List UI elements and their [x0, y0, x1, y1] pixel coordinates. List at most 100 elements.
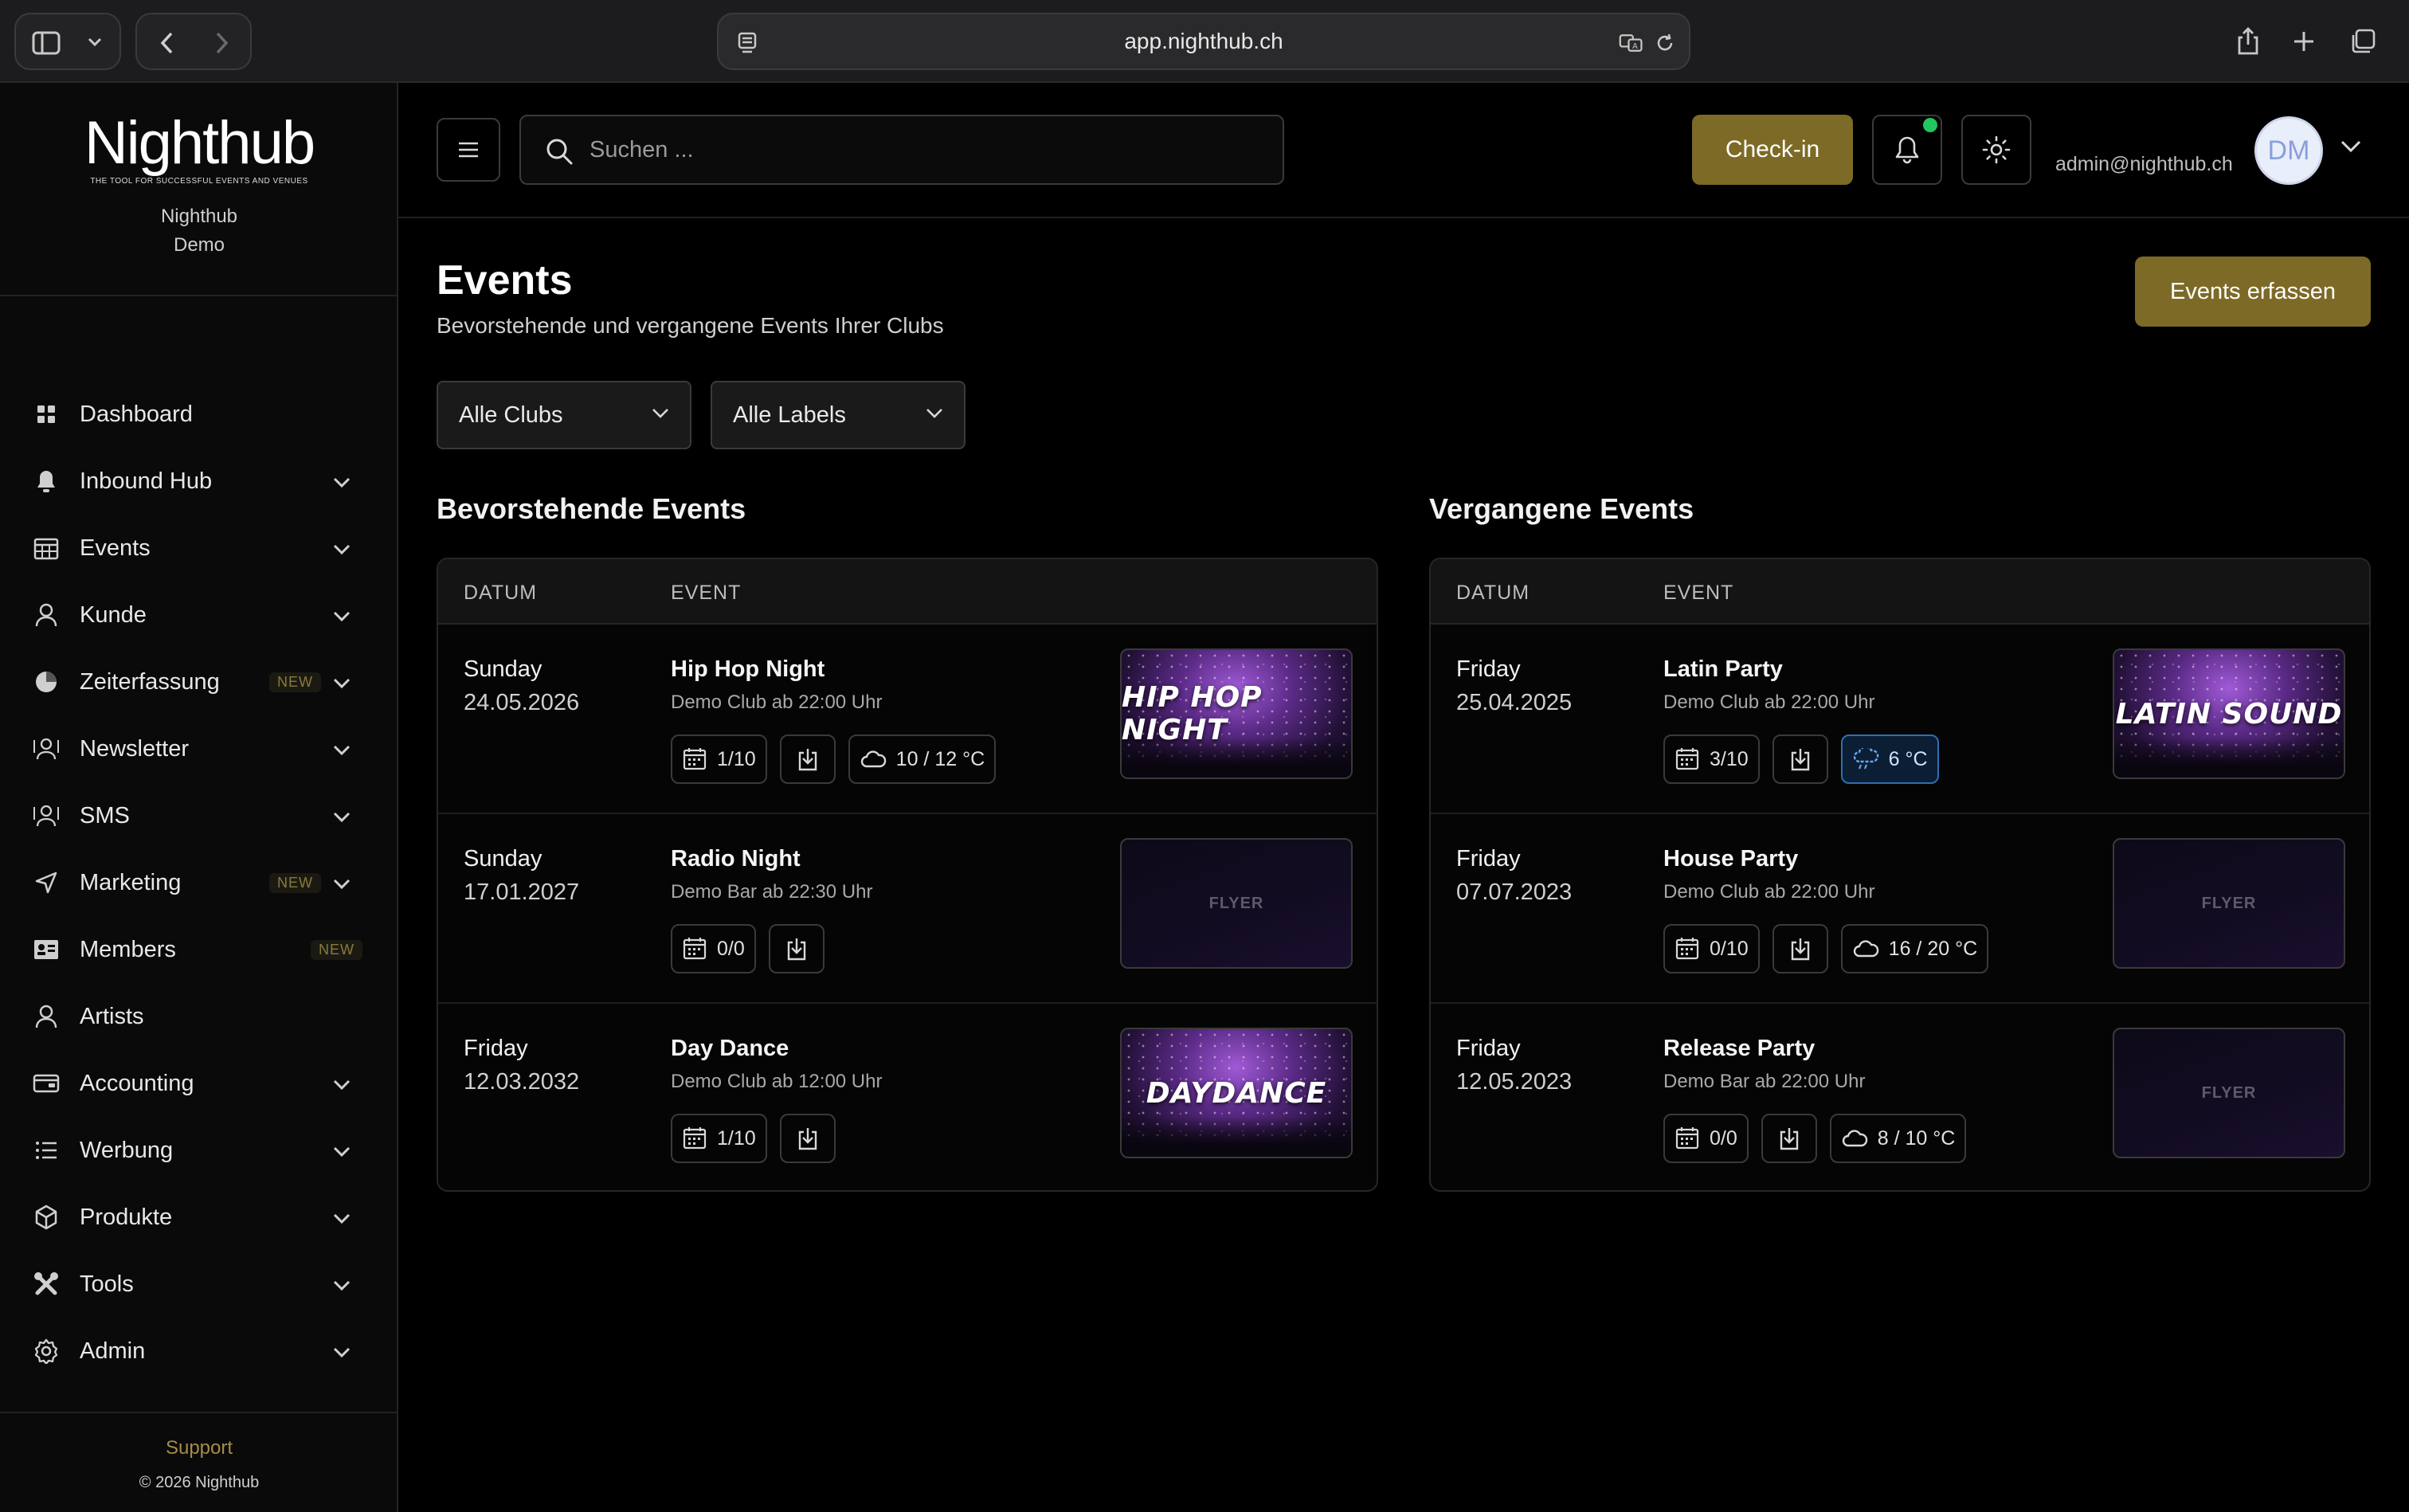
labels-filter-select[interactable]: Alle Labels [711, 381, 966, 449]
guestlist-count-button[interactable]: 0/0 [1663, 1114, 1749, 1163]
newsletter-icon [32, 734, 61, 763]
translate-icon[interactable]: A [1619, 30, 1644, 56]
artist-icon [32, 1002, 61, 1031]
support-link[interactable]: Support [0, 1437, 398, 1459]
browser-sidebar-icon[interactable] [30, 29, 62, 57]
chevron-down-icon[interactable] [330, 1139, 354, 1163]
back-arrow-icon[interactable] [153, 29, 182, 57]
event-name[interactable]: Radio Night [671, 846, 801, 872]
download-button[interactable] [768, 924, 825, 973]
event-flyer[interactable]: FLYER [1120, 838, 1353, 969]
sidebar-item-newsletter[interactable]: Newsletter [0, 715, 398, 782]
reload-icon[interactable] [1652, 30, 1678, 56]
event-date: 17.01.2027 [464, 879, 580, 905]
guestlist-count-button[interactable]: 3/10 [1663, 734, 1760, 784]
share-icon[interactable] [2231, 24, 2266, 59]
sidebar-item-werbung[interactable]: Werbung [0, 1117, 398, 1184]
sidebar-item-sms[interactable]: SMS [0, 782, 398, 849]
download-button[interactable] [1761, 1114, 1817, 1163]
nighthub-logo[interactable]: Nighthub THE TOOL FOR SUCCESSFUL EVENTS … [0, 112, 398, 186]
user-email[interactable]: admin@nighthub.ch [2055, 153, 2233, 176]
table-row[interactable]: Friday 12.05.2023 Release Party Demo Bar… [1431, 1004, 2369, 1190]
chevron-down-icon[interactable] [330, 1206, 354, 1230]
chevron-down-icon[interactable] [330, 1072, 354, 1096]
chevron-down-icon[interactable] [330, 604, 354, 628]
chevron-down-icon[interactable] [330, 872, 354, 895]
organization-name: Nighthub Demo [0, 202, 398, 260]
chevron-down-icon[interactable] [330, 738, 354, 762]
sidebar-item-dashboard[interactable]: Dashboard [0, 381, 398, 448]
table-row[interactable]: Friday 25.04.2025 Latin Party Demo Club … [1431, 625, 2369, 814]
download-button[interactable] [779, 1114, 836, 1163]
create-events-button[interactable]: Events erfassen [2135, 257, 2371, 327]
event-name[interactable]: Day Dance [671, 1036, 789, 1062]
guestlist-count: 0/0 [1710, 1126, 1737, 1150]
chevron-down-icon[interactable] [83, 30, 107, 54]
sidebar-item-members[interactable]: Members NEW [0, 916, 398, 983]
chevron-down-icon[interactable] [330, 805, 354, 828]
event-flyer[interactable]: HIP HOP NIGHT [1120, 648, 1353, 779]
guestlist-count: 3/10 [1710, 747, 1749, 770]
sidebar-item-inbound-hub[interactable]: Inbound Hub [0, 448, 398, 515]
table-row[interactable]: Friday 12.03.2032 Day Dance Demo Club ab… [438, 1004, 1377, 1190]
sidebar-item-label: Produkte [80, 1204, 173, 1230]
sidebar-item-artists[interactable]: Artists [0, 983, 398, 1050]
event-flyer[interactable]: FLYER [2113, 1028, 2345, 1158]
address-bar[interactable]: app.nighthub.ch A [717, 13, 1690, 70]
org-line-1: Nighthub [160, 206, 238, 227]
hamburger-menu-button[interactable] [437, 118, 500, 182]
table-row[interactable]: Sunday 24.05.2026 Hip Hop Night Demo Clu… [438, 625, 1377, 814]
download-button[interactable] [1772, 924, 1828, 973]
event-name[interactable]: Latin Party [1663, 656, 1783, 683]
chevron-down-icon[interactable] [330, 1340, 354, 1364]
sidebar-item-admin[interactable]: Admin [0, 1318, 398, 1385]
clubs-filter-select[interactable]: Alle Clubs [437, 381, 691, 449]
chevron-down-icon[interactable] [330, 671, 354, 695]
wallet-icon [32, 1069, 61, 1098]
sidebar-item-marketing[interactable]: Marketing NEW [0, 849, 398, 916]
sidebar-toggle-group[interactable] [14, 13, 121, 70]
event-date: 12.03.2032 [464, 1069, 580, 1095]
check-in-button[interactable]: Check-in [1692, 115, 1853, 185]
sidebar-item-accounting[interactable]: Accounting [0, 1050, 398, 1117]
table-row[interactable]: Friday 07.07.2023 House Party Demo Club … [1431, 814, 2369, 1004]
search-input[interactable]: Suchen ... [519, 115, 1284, 185]
download-button[interactable] [1772, 734, 1828, 784]
sidebar: Nighthub THE TOOL FOR SUCCESSFUL EVENTS … [0, 83, 398, 1512]
page-menu-icon[interactable] [734, 30, 760, 56]
theme-toggle-button[interactable] [1961, 115, 2031, 185]
event-flyer[interactable]: LATIN SOUND [2113, 648, 2345, 779]
sidebar-item-produkte[interactable]: Produkte [0, 1184, 398, 1251]
chevron-down-icon[interactable] [330, 1273, 354, 1297]
browser-chrome: app.nighthub.ch A [0, 0, 2409, 83]
sidebar-item-kunde[interactable]: Kunde [0, 582, 398, 648]
event-name[interactable]: Hip Hop Night [671, 656, 825, 683]
event-flyer[interactable]: DAYDANCE [1120, 1028, 1353, 1158]
tab-overview-icon[interactable] [2345, 24, 2380, 59]
guestlist-count-button[interactable]: 1/10 [671, 1114, 767, 1163]
new-tab-icon[interactable] [2286, 24, 2321, 59]
tools-icon [32, 1270, 61, 1299]
sidebar-item-tools[interactable]: Tools [0, 1251, 398, 1318]
guestlist-count-button[interactable]: 1/10 [671, 734, 767, 784]
guestlist-count-button[interactable]: 0/0 [671, 924, 756, 973]
new-badge: NEW [269, 873, 321, 893]
download-button[interactable] [779, 734, 836, 784]
avatar[interactable]: DM [2254, 116, 2323, 185]
notifications-button[interactable] [1872, 115, 1942, 185]
table-row[interactable]: Sunday 17.01.2027 Radio Night Demo Bar a… [438, 814, 1377, 1004]
guestlist-count-button[interactable]: 0/10 [1663, 924, 1760, 973]
event-name[interactable]: House Party [1663, 846, 1798, 872]
bell-icon [32, 467, 61, 496]
chevron-down-icon[interactable] [2339, 139, 2363, 155]
chevron-down-icon[interactable] [330, 470, 354, 494]
sidebar-item-events[interactable]: Events [0, 515, 398, 582]
event-flyer[interactable]: FLYER [2113, 838, 2345, 969]
sidebar-item-label: Marketing [80, 869, 182, 895]
chevron-down-icon[interactable] [330, 537, 354, 561]
forward-arrow-icon[interactable] [207, 29, 236, 57]
sms-icon [32, 801, 61, 830]
sidebar-item-zeiterfassung[interactable]: Zeiterfassung NEW [0, 648, 398, 715]
weather-text: 10 / 12 °C [895, 747, 985, 770]
event-name[interactable]: Release Party [1663, 1036, 1815, 1062]
